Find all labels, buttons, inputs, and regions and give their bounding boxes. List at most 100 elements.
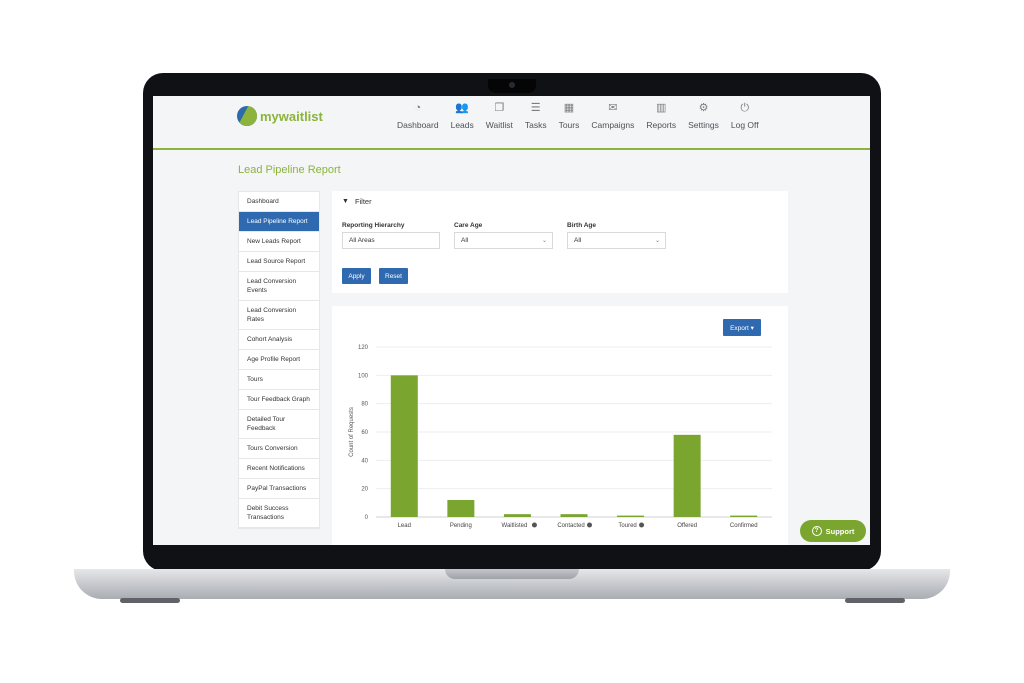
bar-contacted [560, 514, 588, 517]
nav-reports[interactable]: ▥ Reports [646, 102, 676, 130]
nav-log-off[interactable]: ⏻ Log Off [731, 102, 759, 130]
bar-lead [390, 375, 418, 517]
y-tick-label: 100 [358, 373, 369, 379]
info-icon [639, 522, 645, 528]
bar-waitlisted [503, 514, 531, 517]
sidebar-item-label: Tours [247, 376, 263, 383]
sidebar-item-new-leads-report[interactable]: New Leads Report [239, 232, 319, 252]
sidebar-item-detailed-tour-feedback[interactable]: Detailed Tour Feedback [239, 410, 319, 439]
x-tick-label: Pending [450, 523, 472, 529]
y-tick-label: 120 [358, 345, 369, 351]
sidebar-item-label: Tours Conversion [247, 445, 298, 452]
app-header: mywaitlist ◔ Dashboard 👥 Leads ❐ Waitlist ☰ Tas… [153, 96, 870, 150]
users-icon: 👥 [455, 102, 470, 114]
logo-icon [237, 106, 257, 126]
brand-logo[interactable]: mywaitlist [237, 106, 323, 126]
reporting-hierarchy-label: Reporting Hierarchy [342, 222, 405, 229]
sidebar-item-debit-success-transactions[interactable]: Debit Success Transactions [239, 499, 319, 528]
birth-age-select[interactable]: All ⌄ [567, 232, 666, 249]
envelope-icon: ✉ [608, 102, 618, 114]
sidebar-item-label: Cohort Analysis [247, 336, 293, 343]
export-button[interactable]: Export ▾ [723, 319, 761, 336]
sidebar-item-label: Detailed Tour Feedback [247, 416, 286, 432]
nav-settings[interactable]: ⚙ Settings [688, 102, 719, 130]
reporting-hierarchy-select[interactable]: All Areas [342, 232, 440, 249]
gears-icon: ⚙ [698, 102, 709, 114]
sidebar-item-dashboard[interactable]: Dashboard [239, 192, 319, 212]
chevron-down-icon: ⌄ [654, 238, 660, 244]
nav-label: Log Off [730, 120, 759, 130]
chevron-down-icon: ⌄ [541, 238, 547, 244]
nav-label: Settings [688, 120, 719, 130]
sidebar-item-label: Recent Notifications [247, 465, 305, 472]
y-tick-label: 60 [361, 430, 368, 436]
info-icon [587, 522, 592, 528]
sidebar-item-lead-source-report[interactable]: Lead Source Report [239, 252, 319, 272]
nav-leads[interactable]: 👥 Leads [451, 102, 474, 130]
sidebar-item-lead-conversion-rates[interactable]: Lead Conversion Rates [239, 301, 319, 330]
sidebar-item-lead-pipeline-report[interactable]: Lead Pipeline Report [239, 212, 319, 232]
info-icon [531, 522, 537, 528]
x-tick-label: Toured [618, 523, 636, 529]
calendar-icon: ▦ [563, 102, 575, 114]
sidebar-item-cohort-analysis[interactable]: Cohort Analysis [239, 330, 319, 350]
sidebar-item-label: Lead Source Report [247, 258, 306, 265]
x-tick-label: Lead [398, 523, 411, 529]
nav-tasks[interactable]: ☰ Tasks [525, 102, 547, 130]
nav-label: Leads [450, 120, 474, 130]
sidebar-item-tours-conversion[interactable]: Tours Conversion [239, 439, 319, 459]
power-icon: ⏻ [740, 102, 750, 114]
nav-campaigns[interactable]: ✉ Campaigns [591, 102, 634, 130]
sidebar-item-tour-feedback-graph[interactable]: Tour Feedback Graph [239, 390, 319, 410]
sidebar-item-label: PayPal Transactions [247, 485, 307, 492]
care-age-select[interactable]: All ⌄ [454, 232, 553, 249]
sidebar-item-label: Debit Success Transactions [247, 505, 289, 521]
sidebar-item-lead-conversion-events[interactable]: Lead Conversion Events [239, 272, 319, 301]
app-screen: mywaitlist ◔ Dashboard 👥 Leads ❐ Waitlist ☰ Tas… [153, 96, 870, 545]
brand-name: mywaitlist [260, 108, 323, 124]
sidebar-item-recent-notifications[interactable]: Recent Notifications [239, 459, 319, 479]
chart-panel: 0 20 40 60 80 100 120 Count of Requests Lead Pend… [332, 306, 788, 545]
sidebar-item-label: Lead Conversion Rates [247, 307, 297, 323]
nav-label: Reports [646, 120, 677, 130]
bar-pending [447, 500, 475, 517]
sidebar-item-age-profile-report[interactable]: Age Profile Report [239, 350, 319, 370]
nav-waitlist[interactable]: ❐ Waitlist [486, 102, 513, 130]
nav-tours[interactable]: ▦ Tours [559, 102, 580, 130]
y-tick-label: 20 [361, 487, 368, 493]
help-icon: ? [811, 526, 822, 536]
nav-label: Dashboard [397, 120, 439, 130]
y-axis-label: Count of Requests [349, 407, 355, 457]
x-tick-label: Contacted [557, 523, 584, 529]
laptop-foot-left [120, 598, 180, 603]
page-title: Lead Pipeline Report [238, 164, 341, 176]
nav-label: Tasks [524, 120, 547, 130]
x-tick-label: Waitlisted [502, 523, 528, 529]
filter-header[interactable]: ▼ Filter [342, 197, 372, 206]
list-icon: ☰ [530, 102, 541, 114]
reset-button[interactable]: Reset [379, 268, 408, 284]
sidebar-item-label: New Leads Report [247, 238, 301, 245]
support-button[interactable]: ? Support [800, 520, 866, 542]
sidebar-item-tours[interactable]: Tours [239, 370, 319, 390]
y-tick-label: 80 [361, 402, 368, 408]
sidebar-item-label: Lead Conversion Events [247, 278, 297, 294]
camera-lens [509, 82, 515, 88]
sidebar-item-label: Dashboard [247, 198, 279, 205]
birth-age-label: Birth Age [567, 222, 597, 229]
lead-pipeline-chart: 0 20 40 60 80 100 120 Count of Requests Lead Pend… [349, 345, 772, 529]
care-age-value: All [461, 237, 469, 244]
sidebar-item-paypal-transactions[interactable]: PayPal Transactions [239, 479, 319, 499]
nav-dashboard[interactable]: ◔ Dashboard [397, 102, 439, 130]
x-tick-label: Confirmed [730, 523, 758, 529]
bar-confirmed [730, 515, 758, 517]
birth-age-value: All [574, 237, 582, 244]
apply-button[interactable]: Apply [342, 268, 371, 284]
main-nav: ◔ Dashboard 👥 Leads ❐ Waitlist ☰ Tasks ▦ Tours ✉ Ca… [397, 102, 771, 130]
filter-title: Filter [354, 197, 372, 206]
sidebar-item-label: Age Profile Report [247, 356, 301, 363]
nav-label: Tours [558, 120, 580, 130]
sidebar-item-label: Tour Feedback Graph [247, 396, 310, 403]
filter-icon: ▼ [342, 198, 349, 205]
nav-label: Waitlist [485, 120, 513, 130]
